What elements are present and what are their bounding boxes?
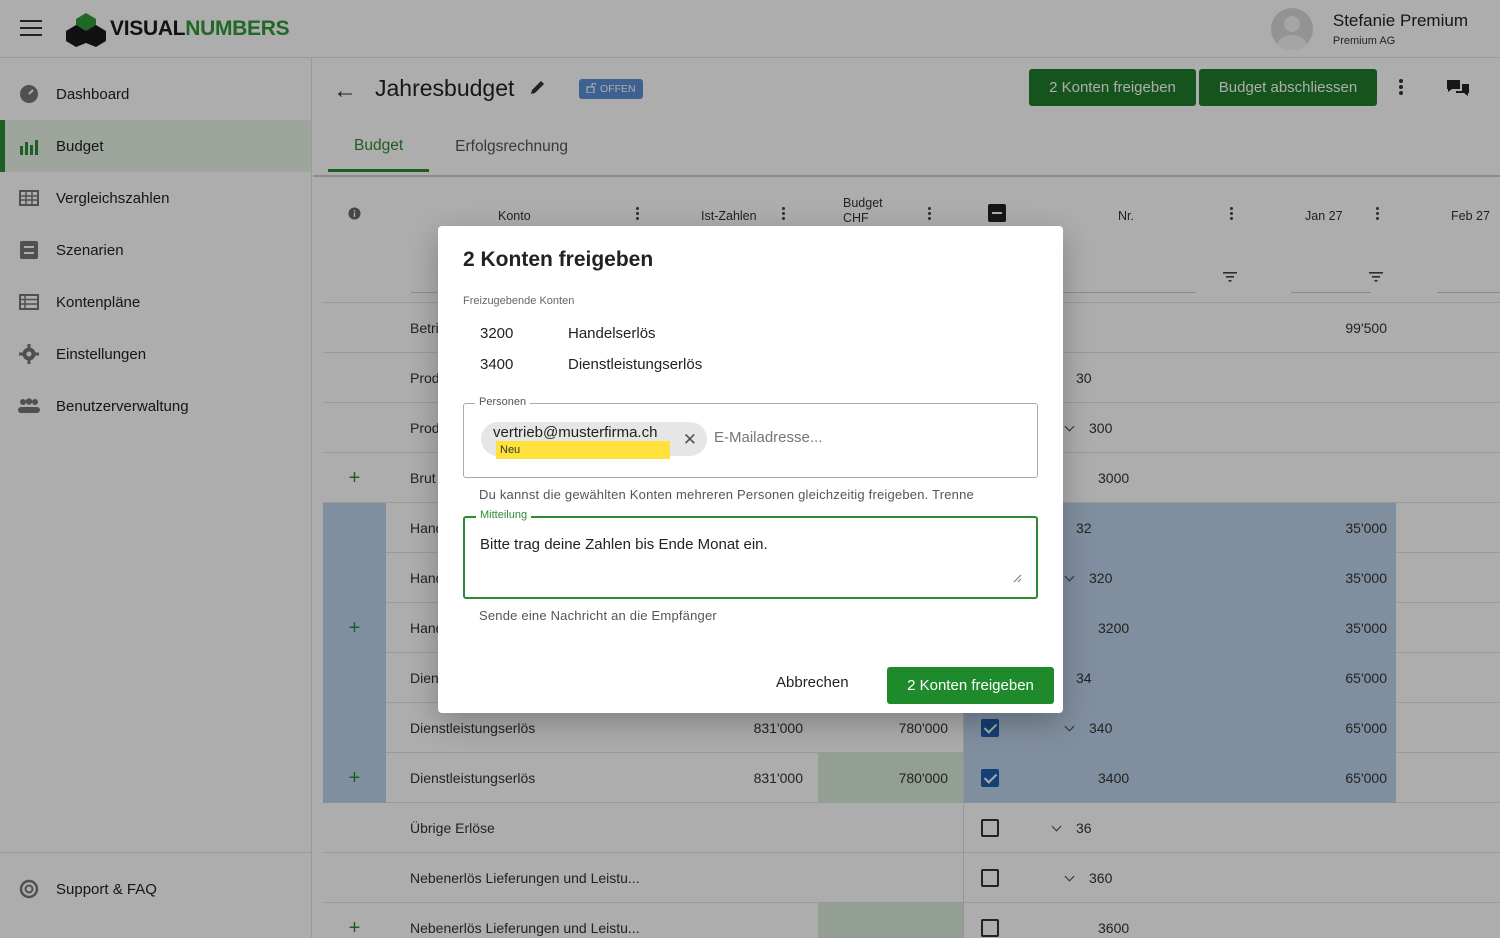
cancel-button[interactable]: Abbrechen [776, 674, 849, 691]
persons-label: Personen [475, 396, 531, 408]
message-label: Mitteilung [476, 509, 532, 521]
confirm-share-button[interactable]: 2 Konten freigeben [887, 667, 1054, 704]
account-row: 3400 Dienstleistungserlös [480, 356, 702, 373]
persons-helper: Du kannst die gewählten Konten mehreren … [479, 487, 974, 502]
persons-field[interactable]: Personen vertrieb@musterfirma.ch Neu ✕ [463, 396, 1038, 478]
new-tag: Neu [496, 441, 670, 459]
share-accounts-dialog: 2 Konten freigeben Freizugebende Konten … [438, 226, 1063, 713]
account-number: 3200 [480, 325, 514, 342]
chip-email: vertrieb@musterfirma.ch [493, 424, 658, 441]
resize-handle-icon[interactable] [1012, 573, 1022, 583]
message-helper: Sende eine Nachricht an die Empfänger [479, 608, 717, 623]
account-name: Handelserlös [568, 325, 656, 342]
account-row: 3200 Handelserlös [480, 325, 656, 342]
email-chip[interactable]: vertrieb@musterfirma.ch Neu ✕ [481, 422, 707, 459]
email-input[interactable] [714, 429, 1014, 446]
message-text: Bitte trag deine Zahlen bis Ende Monat e… [480, 536, 768, 553]
account-number: 3400 [480, 356, 514, 373]
dialog-title: 2 Konten freigeben [463, 248, 654, 271]
message-field[interactable]: Mitteilung Bitte trag deine Zahlen bis E… [463, 509, 1038, 599]
account-name: Dienstleistungserlös [568, 356, 703, 373]
close-icon[interactable]: ✕ [683, 430, 697, 450]
accounts-label: Freizugebende Konten [463, 295, 575, 307]
